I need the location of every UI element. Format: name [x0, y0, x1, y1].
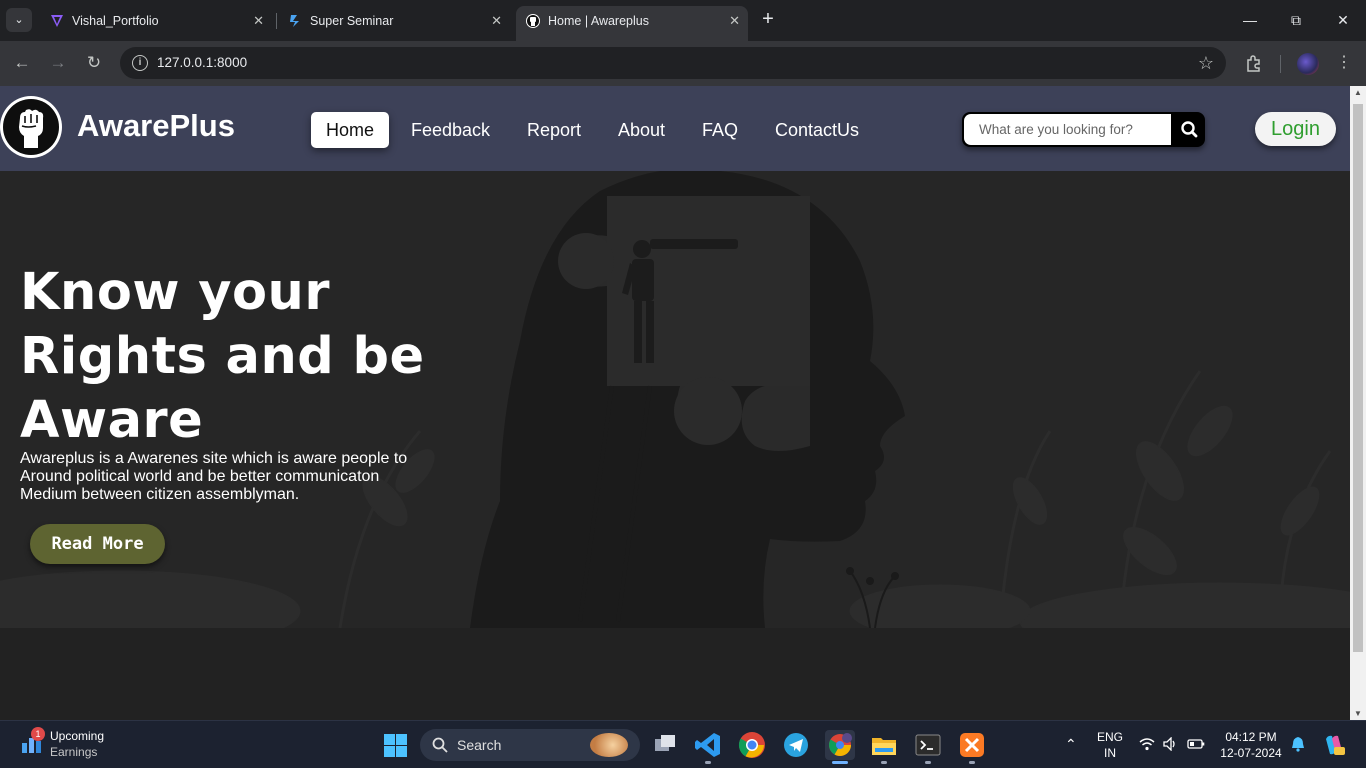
site-header: AwarePlus Home Feedback Report About FAQ…	[0, 86, 1350, 171]
task-view-icon[interactable]	[650, 730, 680, 760]
scrollbar-thumb[interactable]	[1353, 104, 1363, 652]
notification-bell-icon[interactable]	[1291, 736, 1305, 752]
close-icon[interactable]: ✕	[729, 6, 740, 36]
close-icon[interactable]: ✕	[253, 6, 264, 36]
fist-icon	[526, 14, 540, 28]
chrome-profile-icon	[829, 733, 852, 756]
windows-taskbar: 1 Upcoming Earnings Search ⌃ ENG IN 04:1…	[0, 720, 1366, 768]
reload-button[interactable]: ↻	[82, 51, 106, 75]
hero-section: Know your Rights and be Aware Awareplus …	[0, 171, 1350, 628]
menu-kebab-icon[interactable]: ⋮	[1332, 51, 1356, 75]
clock-time[interactable]: 04:12 PM	[1218, 730, 1284, 744]
chevron-down-icon: ⌄	[14, 14, 24, 26]
tab-search-button[interactable]: ⌄	[6, 8, 32, 32]
widget-badge: 1	[31, 727, 45, 741]
seminar-icon	[290, 15, 299, 27]
chrome-icon[interactable]	[737, 730, 767, 760]
running-indicator	[705, 761, 711, 764]
chrome-profile-app[interactable]	[825, 730, 855, 760]
search-button[interactable]	[1174, 112, 1205, 147]
search-icon	[1181, 121, 1198, 138]
vscode-icon[interactable]	[693, 730, 723, 760]
close-icon[interactable]: ✕	[491, 6, 502, 36]
tab-title: Vishal_Portfolio	[72, 14, 159, 28]
running-indicator	[881, 761, 887, 764]
browser-toolbar: ← → ↻ i 127.0.0.1:8000 ☆ ⋮	[0, 41, 1366, 86]
search-input[interactable]	[964, 114, 1171, 145]
read-more-button[interactable]: Read More	[30, 524, 165, 564]
site-search	[962, 112, 1205, 147]
xampp-icon[interactable]	[957, 730, 987, 760]
nav-report[interactable]: Report	[527, 112, 581, 148]
tab-title: Super Seminar	[310, 14, 394, 28]
extensions-icon[interactable]	[1242, 51, 1266, 75]
browser-tab-strip: ⌄ Vishal_Portfolio ✕ Super Seminar ✕ Hom…	[0, 0, 1366, 41]
nav-faq[interactable]: FAQ	[702, 112, 738, 148]
copilot-icon[interactable]	[1322, 733, 1346, 757]
nav-home[interactable]: Home	[311, 112, 390, 148]
wifi-icon[interactable]	[1139, 737, 1155, 751]
volume-icon[interactable]	[1162, 737, 1178, 751]
minimize-button[interactable]: —	[1240, 8, 1260, 32]
restore-button[interactable]: ⧉	[1286, 8, 1306, 32]
tab-home-awareplus[interactable]: Home | Awareplus ✕	[516, 6, 748, 41]
taskbar-search-label: Search	[457, 737, 502, 753]
terminal-icon[interactable]	[913, 730, 943, 760]
running-indicator	[969, 761, 975, 764]
hero-description: Awareplus is a Awarenes site which is aw…	[20, 450, 408, 503]
taskbar-search[interactable]: Search	[420, 729, 640, 761]
url-text[interactable]: 127.0.0.1:8000	[157, 47, 247, 79]
windows-start-icon[interactable]	[384, 734, 407, 757]
telegram-icon[interactable]	[781, 730, 811, 760]
scroll-up-icon[interactable]: ▲	[1350, 88, 1366, 97]
region-indicator[interactable]: IN	[1096, 746, 1124, 760]
close-window-button[interactable]: ✕	[1333, 8, 1353, 32]
info-icon[interactable]: i	[132, 55, 148, 71]
hero-title: Know your Rights and be Aware	[20, 263, 425, 450]
tab-separator	[276, 13, 277, 29]
vite-icon	[51, 15, 63, 27]
bing-shell-icon	[590, 733, 628, 757]
nav-contactus[interactable]: ContactUs	[775, 112, 859, 148]
below-hero-section	[0, 628, 1350, 720]
file-explorer-icon[interactable]	[869, 730, 899, 760]
running-indicator	[925, 761, 931, 764]
login-button[interactable]: Login	[1255, 112, 1336, 146]
raised-fist-icon	[19, 109, 44, 148]
scroll-down-icon[interactable]: ▼	[1350, 709, 1366, 718]
nav-about[interactable]: About	[618, 112, 665, 148]
tab-vishal-portfolio[interactable]: Vishal_Portfolio ✕	[40, 6, 272, 36]
back-button[interactable]: ←	[10, 51, 34, 75]
widget-subtitle[interactable]: Earnings	[50, 745, 97, 759]
bookmark-star-icon[interactable]: ☆	[1198, 47, 1214, 79]
brand-name[interactable]: AwarePlus	[77, 108, 235, 144]
nav-feedback[interactable]: Feedback	[411, 112, 490, 148]
forward-button[interactable]: →	[46, 51, 70, 75]
page-viewport: AwarePlus Home Feedback Report About FAQ…	[0, 86, 1350, 720]
tab-super-seminar[interactable]: Super Seminar ✕	[278, 6, 510, 36]
widget-title[interactable]: Upcoming	[50, 729, 104, 743]
site-logo[interactable]	[0, 96, 62, 158]
battery-icon[interactable]	[1187, 738, 1205, 750]
active-indicator	[832, 761, 848, 764]
toolbar-separator	[1280, 55, 1281, 73]
profile-avatar[interactable]	[1297, 53, 1319, 75]
page-scrollbar[interactable]: ▲ ▼	[1350, 86, 1366, 720]
new-tab-button[interactable]: +	[758, 8, 778, 32]
search-icon	[432, 737, 448, 753]
clock-date[interactable]: 12-07-2024	[1218, 746, 1284, 760]
tab-title: Home | Awareplus	[548, 14, 649, 28]
language-indicator[interactable]: ENG	[1096, 730, 1124, 744]
address-bar[interactable]: i 127.0.0.1:8000 ☆	[120, 47, 1226, 79]
chevron-up-icon[interactable]: ⌃	[1065, 736, 1077, 753]
